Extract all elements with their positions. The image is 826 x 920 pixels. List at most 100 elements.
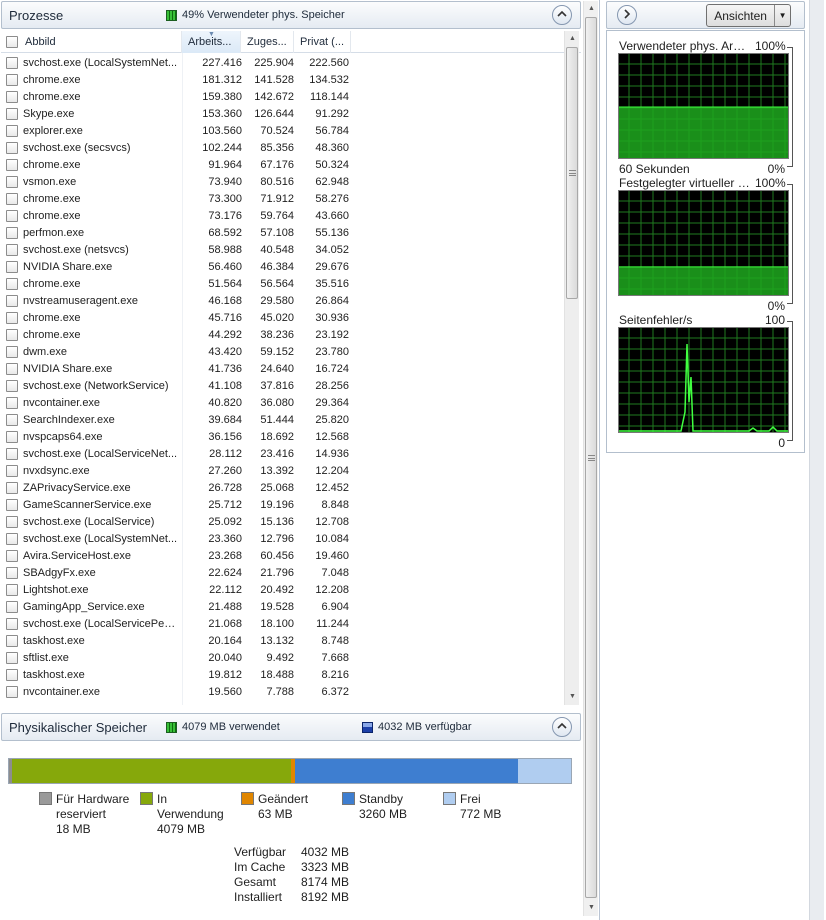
table-row[interactable]: taskhost.exe 19.812 18.488 8.216: [1, 667, 569, 684]
table-row[interactable]: chrome.exe 159.380 142.672 118.144: [1, 89, 569, 106]
table-row[interactable]: NVIDIA Share.exe 41.736 24.640 16.724: [1, 361, 569, 378]
row-checkbox[interactable]: [6, 142, 18, 154]
row-checkbox[interactable]: [6, 227, 18, 239]
table-row[interactable]: nvcontainer.exe 19.560 7.788 6.372: [1, 684, 569, 701]
table-row[interactable]: Skype.exe 153.360 126.644 91.292: [1, 106, 569, 123]
row-checkbox[interactable]: [6, 278, 18, 290]
table-row[interactable]: vsmon.exe 73.940 80.516 62.948: [1, 174, 569, 191]
table-row[interactable]: svchost.exe (NetworkService) 41.108 37.816…: [1, 378, 569, 395]
row-checkbox[interactable]: [6, 465, 18, 477]
working-set-value: 73.176: [208, 210, 242, 222]
table-row[interactable]: dwm.exe 43.420 59.152 23.780: [1, 344, 569, 361]
row-checkbox[interactable]: [6, 499, 18, 511]
row-checkbox[interactable]: [6, 312, 18, 324]
row-checkbox[interactable]: [6, 363, 18, 375]
row-checkbox[interactable]: [6, 193, 18, 205]
processes-collapse-button[interactable]: [552, 5, 572, 25]
table-row[interactable]: chrome.exe 181.312 141.528 134.532: [1, 72, 569, 89]
table-row[interactable]: perfmon.exe 68.592 57.108 55.136: [1, 225, 569, 242]
process-table-scrollbar[interactable]: ▲ ▼: [564, 31, 579, 705]
row-checkbox[interactable]: [6, 159, 18, 171]
physical-memory-collapse-button[interactable]: [552, 717, 572, 737]
process-name: chrome.exe: [23, 278, 81, 290]
table-row[interactable]: nvxdsync.exe 27.260 13.392 12.204: [1, 463, 569, 480]
row-checkbox[interactable]: [6, 176, 18, 188]
expand-panel-button[interactable]: [617, 5, 637, 25]
row-checkbox[interactable]: [6, 431, 18, 443]
table-row[interactable]: Avira.ServiceHost.exe 23.268 60.456 19.460: [1, 548, 569, 565]
table-row[interactable]: Lightshot.exe 22.112 20.492 12.208: [1, 582, 569, 599]
table-row[interactable]: NVIDIA Share.exe 56.460 46.384 29.676: [1, 259, 569, 276]
table-row[interactable]: chrome.exe 45.716 45.020 30.936: [1, 310, 569, 327]
table-row[interactable]: chrome.exe 44.292 38.236 23.192: [1, 327, 569, 344]
processes-header[interactable]: Prozesse 49% Verwendeter phys. Speicher: [1, 1, 581, 29]
scroll-down-arrow-icon[interactable]: ▼: [565, 689, 580, 705]
physical-memory-header[interactable]: Physikalischer Speicher 4079 MB verwende…: [1, 713, 581, 741]
table-row[interactable]: nvstreamuseragent.exe 46.168 29.580 26.864: [1, 293, 569, 310]
row-checkbox[interactable]: [6, 482, 18, 494]
table-row[interactable]: explorer.exe 103.560 70.524 56.784: [1, 123, 569, 140]
row-checkbox[interactable]: [6, 533, 18, 545]
table-row[interactable]: svchost.exe (LocalService) 25.092 15.136 12…: [1, 514, 569, 531]
table-row[interactable]: SBAdgyFx.exe 22.624 21.796 7.048: [1, 565, 569, 582]
table-row[interactable]: SearchIndexer.exe 39.684 51.444 25.820: [1, 412, 569, 429]
row-checkbox[interactable]: [6, 346, 18, 358]
row-checkbox[interactable]: [6, 74, 18, 86]
table-row[interactable]: chrome.exe 73.176 59.764 43.660: [1, 208, 569, 225]
process-table-scroll-thumb[interactable]: [566, 47, 578, 299]
column-header-image[interactable]: Abbild: [19, 31, 182, 53]
table-row[interactable]: GameScannerService.exe 25.712 19.196 8.848: [1, 497, 569, 514]
row-checkbox[interactable]: [6, 550, 18, 562]
row-checkbox[interactable]: [6, 652, 18, 664]
column-header-commit[interactable]: Zuges...: [241, 31, 294, 53]
row-checkbox[interactable]: [6, 601, 18, 613]
dropdown-arrow-icon[interactable]: ▼: [774, 5, 790, 26]
views-button[interactable]: Ansichten ▼: [706, 4, 791, 27]
row-checkbox[interactable]: [6, 686, 18, 698]
row-checkbox[interactable]: [6, 244, 18, 256]
table-row[interactable]: svchost.exe (secsvcs) 102.244 85.356 48.360: [1, 140, 569, 157]
pane-scroll-up-arrow-icon[interactable]: ▲: [584, 1, 599, 17]
row-checkbox[interactable]: [6, 91, 18, 103]
table-row[interactable]: GamingApp_Service.exe 21.488 19.528 6.904: [1, 599, 569, 616]
scroll-up-arrow-icon[interactable]: ▲: [565, 31, 580, 47]
row-checkbox[interactable]: [6, 414, 18, 426]
row-checkbox[interactable]: [6, 635, 18, 647]
row-checkbox[interactable]: [6, 108, 18, 120]
table-row[interactable]: nvcontainer.exe 40.820 36.080 29.364: [1, 395, 569, 412]
column-header-working-set[interactable]: ▼ Arbeits...: [182, 31, 241, 53]
row-checkbox[interactable]: [6, 618, 18, 630]
pane-scroll-down-arrow-icon[interactable]: ▼: [584, 900, 599, 916]
row-checkbox[interactable]: [6, 329, 18, 341]
row-checkbox[interactable]: [6, 448, 18, 460]
row-checkbox[interactable]: [6, 567, 18, 579]
row-checkbox[interactable]: [6, 295, 18, 307]
row-checkbox[interactable]: [6, 516, 18, 528]
left-pane-scrollbar[interactable]: ▲ ▼: [583, 1, 598, 916]
select-all-checkbox[interactable]: [6, 36, 18, 48]
process-table[interactable]: Abbild ▼ Arbeits... Zuges... Privat (...…: [1, 31, 581, 705]
table-row[interactable]: sftlist.exe 20.040 9.492 7.668: [1, 650, 569, 667]
table-row[interactable]: chrome.exe 73.300 71.912 58.276: [1, 191, 569, 208]
table-row[interactable]: svchost.exe (netsvcs) 58.988 40.548 34.052: [1, 242, 569, 259]
column-header-private[interactable]: Privat (...: [294, 31, 351, 53]
left-pane-scroll-thumb[interactable]: [585, 17, 597, 898]
row-checkbox[interactable]: [6, 125, 18, 137]
row-checkbox[interactable]: [6, 380, 18, 392]
table-row[interactable]: taskhost.exe 20.164 13.132 8.748: [1, 633, 569, 650]
row-checkbox[interactable]: [6, 584, 18, 596]
row-checkbox[interactable]: [6, 669, 18, 681]
row-checkbox[interactable]: [6, 397, 18, 409]
table-row[interactable]: ZAPrivacyService.exe 26.728 25.068 12.452: [1, 480, 569, 497]
row-checkbox[interactable]: [6, 57, 18, 69]
table-row[interactable]: svchost.exe (LocalSystemNet... 227.416 225…: [1, 55, 569, 72]
table-row[interactable]: chrome.exe 51.564 56.564 35.516: [1, 276, 569, 293]
row-checkbox[interactable]: [6, 261, 18, 273]
table-row[interactable]: svchost.exe (LocalSystemNet... 23.360 12.7…: [1, 531, 569, 548]
right-pane-scrollbar[interactable]: [809, 0, 824, 920]
table-row[interactable]: nvspcaps64.exe 36.156 18.692 12.568: [1, 429, 569, 446]
table-row[interactable]: svchost.exe (LocalServicePee... 21.068 18.…: [1, 616, 569, 633]
table-row[interactable]: svchost.exe (LocalServiceNet... 28.112 23.…: [1, 446, 569, 463]
table-row[interactable]: chrome.exe 91.964 67.176 50.324: [1, 157, 569, 174]
row-checkbox[interactable]: [6, 210, 18, 222]
